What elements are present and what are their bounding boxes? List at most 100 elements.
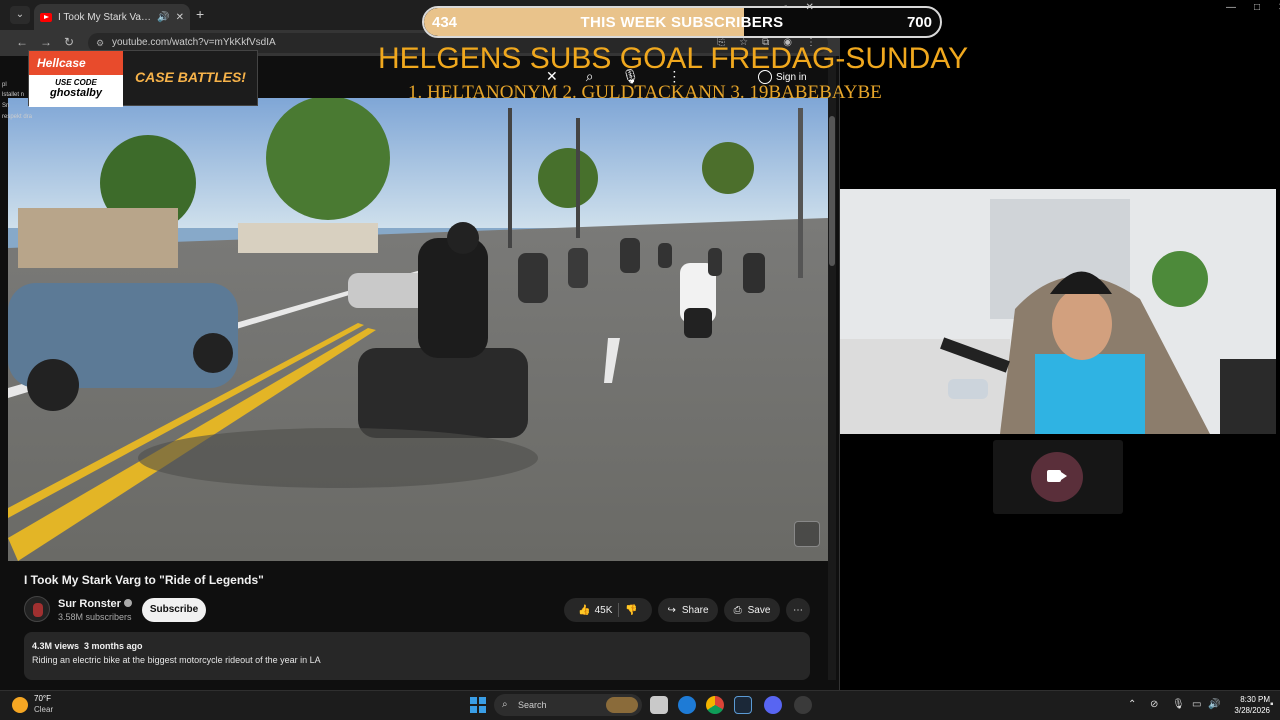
task-view-icon[interactable] xyxy=(650,696,668,714)
notification-icon[interactable]: ▪ xyxy=(1270,699,1274,710)
description-box[interactable]: 4.3M views 3 months ago Riding an electr… xyxy=(24,632,810,680)
weather-temp[interactable]: 70°F xyxy=(34,694,51,703)
hellcase-ad: Hellcase USE CODE ghostalby CASE BATTLES… xyxy=(28,50,258,107)
browser-window-controls: ▫ ✕ xyxy=(784,2,814,13)
rider xyxy=(658,243,672,268)
restore-icon[interactable]: ▫ xyxy=(784,2,788,13)
speaker-icon[interactable]: 🔊 xyxy=(157,12,169,23)
video-title: I Took My Stark Varg to "Ride of Legends… xyxy=(24,573,264,587)
more-actions-button[interactable]: ⋯ xyxy=(786,598,810,622)
minimize-icon[interactable]: — xyxy=(1226,2,1236,13)
system-clock[interactable]: 8:30 PM 3/28/2026 xyxy=(1226,694,1270,716)
utility-pole xyxy=(576,118,580,238)
subscriber-goal-bar: 434 THIS WEEK SUBSCRIBERS 700 xyxy=(422,6,942,38)
rider xyxy=(418,238,488,358)
tab-close-icon[interactable]: ✕ xyxy=(176,12,184,23)
page-scrollbar[interactable] xyxy=(828,56,836,680)
view-count: 4.3M views xyxy=(32,641,80,651)
save-button[interactable]: ⎙ Save xyxy=(724,598,780,622)
utility-pole xyxy=(508,108,512,248)
search-highlight-image xyxy=(606,697,638,713)
thumbs-down-icon[interactable]: 👎 xyxy=(625,605,637,616)
shirt xyxy=(1035,354,1145,434)
clock-date: 3/28/2026 xyxy=(1234,706,1270,715)
use-code-label: USE CODE xyxy=(55,78,97,87)
forward-icon[interactable]: → xyxy=(40,35,52,49)
camera-tile[interactable] xyxy=(993,440,1123,514)
tab-search-button[interactable]: ⌄ xyxy=(10,6,30,24)
search-placeholder: Search xyxy=(518,700,547,710)
tree xyxy=(266,98,390,220)
steam-icon[interactable] xyxy=(734,696,752,714)
volume-icon[interactable]: 🔊 xyxy=(1208,699,1220,710)
save-label: Save xyxy=(747,604,771,616)
description-text: Riding an electric bike at the biggest m… xyxy=(32,655,321,665)
top-subscribers: 1. HELTANONYM 2. GULDTACKANN 3. 19BABEBA… xyxy=(408,82,882,103)
shadow xyxy=(138,428,538,488)
rider xyxy=(708,248,722,276)
plant xyxy=(1152,251,1208,307)
app-icon[interactable] xyxy=(794,696,812,714)
channel-avatar[interactable] xyxy=(24,596,50,622)
chat-line: Sn xyxy=(2,103,10,109)
share-label: Share xyxy=(681,604,709,616)
subscribe-button[interactable]: Subscribe xyxy=(142,598,206,622)
microphone xyxy=(948,379,988,399)
upload-age: 3 months ago xyxy=(84,641,143,651)
window-controls: — □ ✕ xyxy=(1226,2,1280,13)
car xyxy=(348,273,428,308)
face xyxy=(1052,288,1112,360)
tray-overflow-icon[interactable]: ⌃ xyxy=(1128,699,1136,710)
channel-name[interactable]: Sur Ronster xyxy=(58,598,132,610)
utility-pole xyxy=(798,108,803,278)
start-button[interactable] xyxy=(470,697,486,713)
subscriber-goal-label: THIS WEEK SUBSCRIBERS xyxy=(580,14,784,31)
hellcase-cta: CASE BATTLES! xyxy=(135,69,246,85)
chrome-icon[interactable] xyxy=(706,696,724,714)
like-button[interactable]: 👍 45K xyxy=(578,605,612,616)
search-icon: ⌕ xyxy=(502,699,508,710)
taskbar-search[interactable]: ⌕ Search xyxy=(494,694,642,716)
participant-avatar xyxy=(1031,452,1083,502)
webcam-feed xyxy=(840,189,1276,434)
display-icon[interactable]: ▭ xyxy=(1192,699,1201,710)
discord-icon[interactable] xyxy=(764,696,782,714)
close-icon[interactable]: ✕ xyxy=(806,2,814,13)
reload-icon[interactable]: ↻ xyxy=(64,35,74,49)
motorcycle xyxy=(684,308,712,338)
mic-tray-icon[interactable]: 🎙 xyxy=(1172,699,1185,710)
wall xyxy=(238,223,378,253)
like-dislike-group: 👍 45K 👎 xyxy=(564,598,652,622)
weather-moon-icon[interactable] xyxy=(12,697,28,713)
scroll-thumb[interactable] xyxy=(829,116,835,266)
taskbar: 70°F Clear ⌕ Search ⌃ ⊘ 🎙 ▭ 🔊 8:30 PM 3/… xyxy=(0,690,1280,720)
hellcase-logo: Hellcase xyxy=(29,51,123,75)
new-tab-button[interactable]: + xyxy=(196,6,204,22)
tab-youtube[interactable]: I Took My Stark Varg to "Ri 🔊 ✕ xyxy=(34,4,190,30)
back-icon[interactable]: ← xyxy=(16,35,28,49)
weather-condition[interactable]: Clear xyxy=(34,705,53,714)
subscriber-count: 3.58M subscribers xyxy=(58,612,132,622)
channel-name-text: Sur Ronster xyxy=(58,598,121,610)
channel-watermark[interactable] xyxy=(794,521,820,547)
tree xyxy=(702,142,754,194)
rider xyxy=(620,238,640,273)
network-icon[interactable]: ⊘ xyxy=(1150,699,1158,710)
rider xyxy=(568,248,588,288)
chat-line: respekt dra xyxy=(2,114,33,120)
save-icon: ⎙ xyxy=(733,604,742,616)
edge-icon[interactable] xyxy=(678,696,696,714)
video-player[interactable]: ✕ ⌕ 🎙 ⋮ Sign in xyxy=(8,56,828,561)
chat-line: pl xyxy=(2,82,7,88)
divider xyxy=(618,603,620,617)
building xyxy=(18,208,178,268)
car-wheel xyxy=(27,359,79,411)
motorcycle xyxy=(358,348,528,438)
goal-title: HELGENS SUBS GOAL FREDAG-SUNDAY xyxy=(378,42,969,75)
helmet xyxy=(447,222,479,254)
promo-code: ghostalby xyxy=(50,87,102,99)
maximize-icon[interactable]: □ xyxy=(1254,2,1260,13)
share-button[interactable]: ↪ Share xyxy=(658,598,718,622)
youtube-favicon-icon xyxy=(40,12,52,22)
thumbs-up-icon: 👍 xyxy=(578,604,591,616)
